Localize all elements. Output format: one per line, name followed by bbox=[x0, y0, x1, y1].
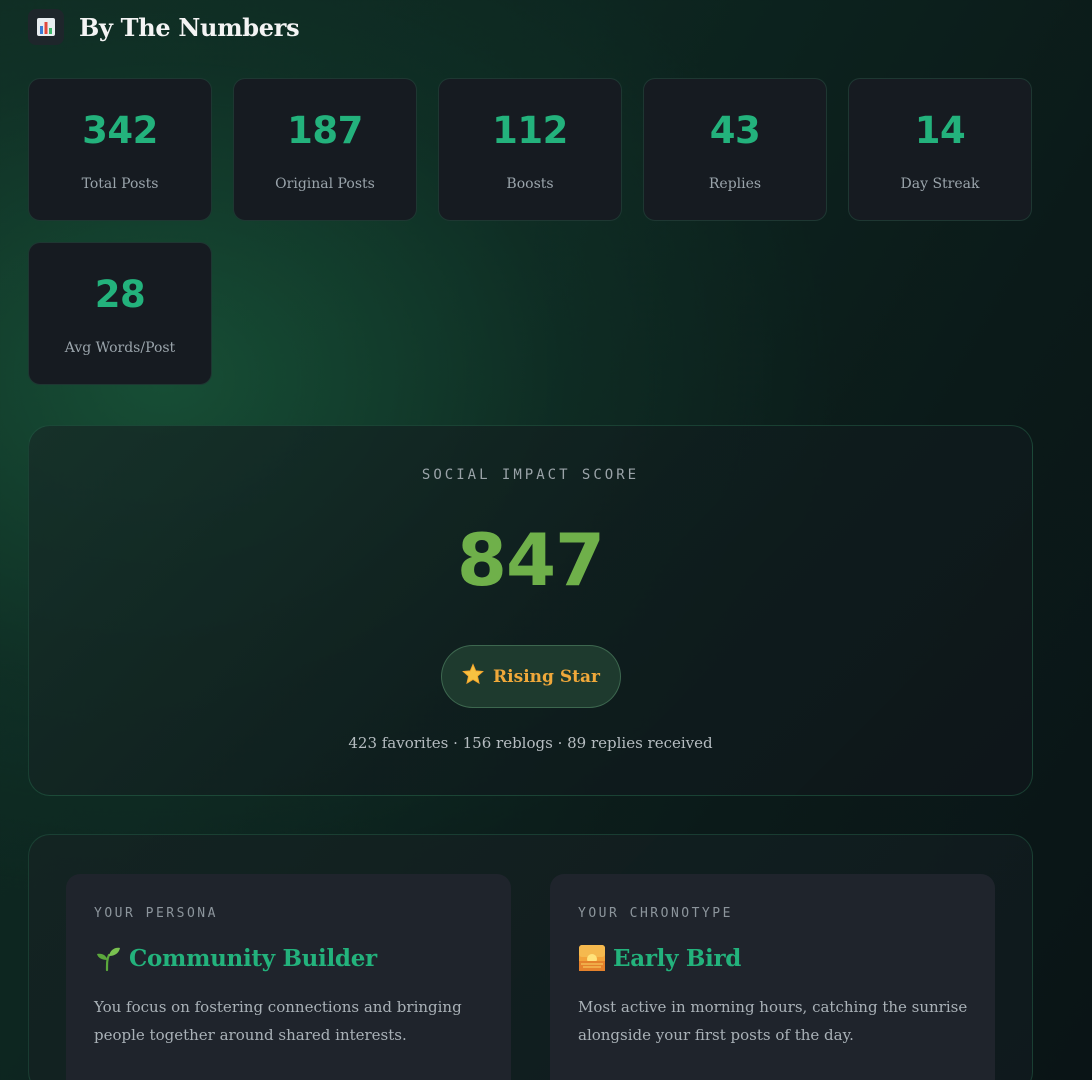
chronotype-card: YOUR CHRONOTYPE Early Bird Most active i… bbox=[550, 874, 995, 1080]
stat-value: 187 bbox=[287, 109, 363, 152]
chronotype-title-row: Early Bird bbox=[578, 944, 741, 972]
stat-card-day-streak: 14 Day Streak bbox=[848, 78, 1032, 221]
star-icon bbox=[462, 663, 484, 690]
stat-value: 14 bbox=[914, 109, 966, 152]
impact-label: SOCIAL IMPACT SCORE bbox=[421, 467, 640, 483]
rising-star-badge: Rising Star bbox=[441, 645, 621, 708]
chronotype-description: Most active in morning hours, catching t… bbox=[578, 998, 968, 1044]
stat-card-avg-words: 28 Avg Words/Post bbox=[28, 242, 212, 385]
badge-label: Rising Star bbox=[493, 666, 600, 687]
persona-title: Community Builder bbox=[129, 944, 377, 972]
impact-score: 847 bbox=[456, 518, 605, 602]
impact-summary: 423 favorites · 156 reblogs · 89 replies… bbox=[348, 734, 713, 752]
bar-chart-icon bbox=[28, 9, 64, 45]
persona-description: You focus on fostering connections and b… bbox=[94, 998, 462, 1044]
stat-value: 342 bbox=[82, 109, 158, 152]
stat-label: Avg Words/Post bbox=[64, 340, 176, 356]
seedling-icon bbox=[94, 944, 122, 972]
stat-card-replies: 43 Replies bbox=[643, 78, 827, 221]
persona-card: YOUR PERSONA Community Builder You focus… bbox=[66, 874, 511, 1080]
chronotype-title: Early Bird bbox=[613, 944, 742, 972]
section-title: By The Numbers bbox=[79, 12, 300, 42]
stat-label: Total Posts bbox=[81, 176, 159, 192]
stat-value: 43 bbox=[709, 109, 761, 152]
stat-value: 28 bbox=[94, 273, 146, 316]
stat-label: Day Streak bbox=[900, 176, 980, 192]
persona-title-row: Community Builder bbox=[94, 944, 377, 972]
persona-kicker: YOUR PERSONA bbox=[94, 906, 218, 921]
stat-label: Replies bbox=[708, 176, 762, 192]
stat-label: Boosts bbox=[506, 176, 554, 192]
social-impact-card: SOCIAL IMPACT SCORE 847 Rising Star 423 … bbox=[28, 425, 1033, 796]
stat-card-boosts: 112 Boosts bbox=[438, 78, 622, 221]
stat-card-original-posts: 187 Original Posts bbox=[233, 78, 417, 221]
section-header: By The Numbers bbox=[28, 8, 300, 46]
chronotype-kicker: YOUR CHRONOTYPE bbox=[578, 906, 733, 921]
stat-label: Original Posts bbox=[275, 176, 375, 192]
sunrise-icon bbox=[578, 944, 606, 972]
stat-value: 112 bbox=[492, 109, 568, 152]
stat-card-total-posts: 342 Total Posts bbox=[28, 78, 212, 221]
persona-panel: YOUR PERSONA Community Builder You focus… bbox=[28, 834, 1033, 1080]
